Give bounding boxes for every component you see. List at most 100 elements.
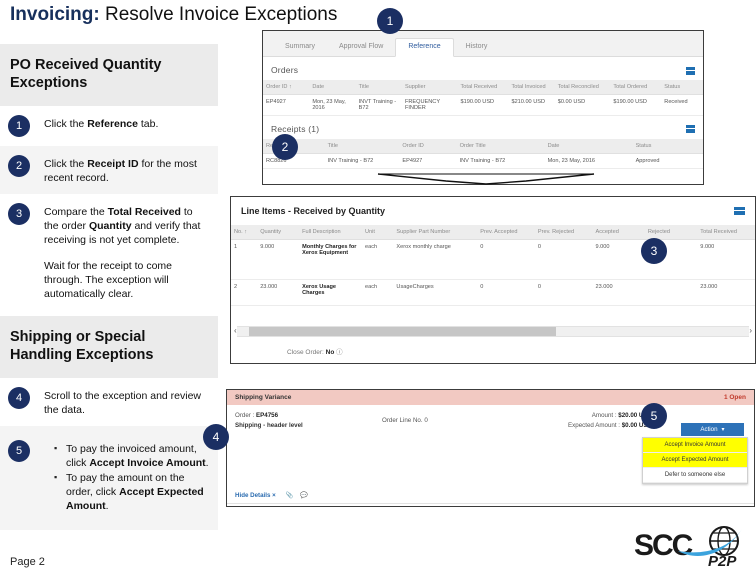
orders-col-total-ordered[interactable]: Total Ordered: [610, 80, 662, 95]
li-r2-accepted: 23.000: [592, 279, 645, 306]
callout-badge-1: 1: [377, 8, 403, 34]
orders-col-status[interactable]: Status: [661, 80, 703, 95]
callout-badge-3: 3: [641, 238, 667, 264]
li-r1-accepted: 9.000: [592, 239, 645, 280]
variance-expected-row: Expected Amount : $0.00 USD: [527, 422, 652, 429]
orders-header-row: Order ID ↑ Date Title Supplier Total Rec…: [263, 80, 703, 95]
li-col-prev-rejected[interactable]: Prev. Rejected: [534, 225, 593, 240]
table-row[interactable]: RC8826 INV Training - B72 EP4927 INV Tra…: [263, 153, 703, 169]
li-r2-rejected: [644, 279, 698, 306]
page-number: Page 2: [10, 556, 45, 568]
li-col-no[interactable]: No. ↑: [231, 225, 258, 240]
info-icon[interactable]: ⓘ: [336, 349, 343, 356]
step-3-paragraph-2: Wait for the receipt to come through. Th…: [44, 260, 172, 300]
orders-col-supplier[interactable]: Supplier: [401, 80, 458, 95]
step-5-bullet-list: To pay the invoiced amount, click Accept…: [44, 441, 210, 513]
receipts-col-date[interactable]: Date: [544, 139, 633, 154]
connector-bracket: [377, 173, 595, 185]
variance-shipping-line: Shipping - header level: [235, 422, 303, 429]
section-heading-shipping: Shipping or Special Handling Exceptions: [0, 316, 218, 378]
variance-amounts-block: Amount : $20.00 USD Expected Amount : $0…: [527, 412, 652, 429]
orders-col-title[interactable]: Title: [355, 80, 402, 95]
svg-text:SCC: SCC: [634, 529, 693, 562]
li-r1-total-received: 9.000: [697, 239, 755, 280]
step-2: 2 Click the Receipt ID for the most rece…: [0, 146, 218, 194]
orders-cell-total-received: $190.00 USD: [457, 94, 509, 116]
variance-order-block: Order : EP4756 Shipping - header level: [235, 412, 303, 429]
step-5-badge: 5: [8, 440, 30, 462]
menu-item-accept-invoice-amount[interactable]: Accept Invoice Amount: [643, 438, 747, 453]
line-items-screenshot-panel: Line Items - Received by Quantity No. ↑ …: [230, 196, 756, 364]
li-col-quantity[interactable]: Quantity: [257, 225, 300, 240]
li-r2-quantity: 23.000: [257, 279, 300, 306]
li-col-accepted[interactable]: Accepted: [592, 225, 645, 240]
receipts-cell-status: Approved: [632, 153, 703, 169]
li-r2-prev-rejected: 0: [534, 279, 593, 306]
receipts-col-order-id[interactable]: Order ID: [399, 139, 457, 154]
li-r2-no: 2: [231, 279, 258, 306]
li-r1-part-number: Xerox monthly charge: [393, 239, 478, 280]
scroll-left-icon[interactable]: ‹: [234, 326, 237, 335]
comment-icon[interactable]: 💬: [300, 492, 308, 499]
line-items-grid-icon[interactable]: [734, 207, 745, 215]
step-1-text: Click the Reference tab.: [44, 118, 159, 130]
receipts-col-title[interactable]: Title: [324, 139, 400, 154]
li-r1-unit[interactable]: each: [361, 239, 394, 280]
attachment-icon[interactable]: 📎: [286, 492, 294, 499]
variance-order-line: Order : EP4756: [235, 412, 303, 419]
li-r1-prev-rejected: 0: [534, 239, 593, 280]
grid-view-icon[interactable]: [686, 67, 695, 75]
scroll-right-icon[interactable]: ›: [749, 326, 752, 335]
orders-col-order-id[interactable]: Order ID ↑: [263, 80, 310, 95]
variance-order-label: Order :: [235, 412, 255, 419]
orders-cell-order-id[interactable]: EP4927: [263, 94, 310, 116]
table-row[interactable]: 1 9.000 Monthly Charges for Xerox Equipm…: [231, 239, 755, 280]
li-r1-prev-accepted: 0: [477, 239, 535, 280]
menu-item-accept-expected-amount[interactable]: Accept Expected Amount: [643, 453, 747, 468]
li-r2-prev-accepted: 0: [477, 279, 535, 306]
variance-header: Shipping Variance 1 Open: [227, 390, 754, 405]
li-col-supplier-part-number[interactable]: Supplier Part Number: [393, 225, 478, 240]
receipts-grid-view-icon[interactable]: [686, 125, 695, 133]
li-col-total-received[interactable]: Total Received: [697, 225, 755, 240]
li-r1-quantity: 9.000: [257, 239, 300, 280]
close-order-label: Close Order:: [287, 349, 324, 356]
action-button[interactable]: Action ▾: [681, 423, 744, 436]
scc-p2p-logo: SCC P2P: [634, 526, 742, 569]
receipts-col-status[interactable]: Status: [632, 139, 703, 154]
orders-col-total-invoiced[interactable]: Total Invoiced: [508, 80, 555, 95]
receipts-cell-title: INV Training - B72: [324, 153, 400, 169]
li-r1-no: 1: [231, 239, 258, 280]
li-r2-part-number: UsageCharges: [393, 279, 478, 306]
orders-section-title: Orders: [271, 65, 299, 75]
li-col-full-description[interactable]: Full Description: [299, 225, 362, 240]
orders-col-date[interactable]: Date: [309, 80, 356, 95]
tab-history[interactable]: History: [454, 43, 500, 56]
li-r2-unit[interactable]: each: [361, 279, 394, 306]
chevron-down-icon: ▾: [721, 426, 725, 433]
orders-table: Order ID ↑ Date Title Supplier Total Rec…: [263, 80, 703, 116]
menu-item-defer-to-someone-else[interactable]: Defer to someone else: [643, 468, 747, 483]
scrollbar-thumb[interactable]: [249, 327, 557, 336]
tab-reference[interactable]: Reference: [395, 38, 454, 57]
table-row[interactable]: EP4927 Mon, 23 May, 2016 INVT Training -…: [263, 94, 703, 116]
orders-cell-supplier[interactable]: FREQUENCY FINDER: [401, 94, 458, 116]
section-heading-po-received: PO Received Quantity Exceptions: [0, 44, 218, 106]
tab-summary[interactable]: Summary: [273, 43, 327, 56]
receipts-cell-order-id: EP4927: [399, 153, 457, 169]
orders-col-total-reconciled[interactable]: Total Reconciled: [554, 80, 611, 95]
li-col-prev-accepted[interactable]: Prev. Accepted: [477, 225, 535, 240]
tab-approval-flow[interactable]: Approval Flow: [327, 43, 395, 56]
tab-bar: Summary Approval Flow Reference History: [263, 31, 703, 57]
variance-order-line-label: Order Line No.: [382, 417, 423, 424]
receipts-cell-date: Mon, 23 May, 2016: [544, 153, 633, 169]
receipts-col-order-title[interactable]: Order Title: [456, 139, 545, 154]
table-row[interactable]: 2 23.000 Xerox Usage Charges each UsageC…: [231, 279, 755, 306]
hide-details-link[interactable]: Hide Details × 📎 💬: [235, 491, 308, 499]
variance-title: Shipping Variance: [235, 394, 292, 401]
hide-details-label: Hide Details ×: [235, 492, 276, 499]
orders-cell-total-reconciled: $0.00 USD: [554, 94, 611, 116]
horizontal-scrollbar[interactable]: ‹ ›: [234, 326, 752, 337]
orders-col-total-received[interactable]: Total Received: [457, 80, 509, 95]
li-col-unit[interactable]: Unit: [361, 225, 394, 240]
